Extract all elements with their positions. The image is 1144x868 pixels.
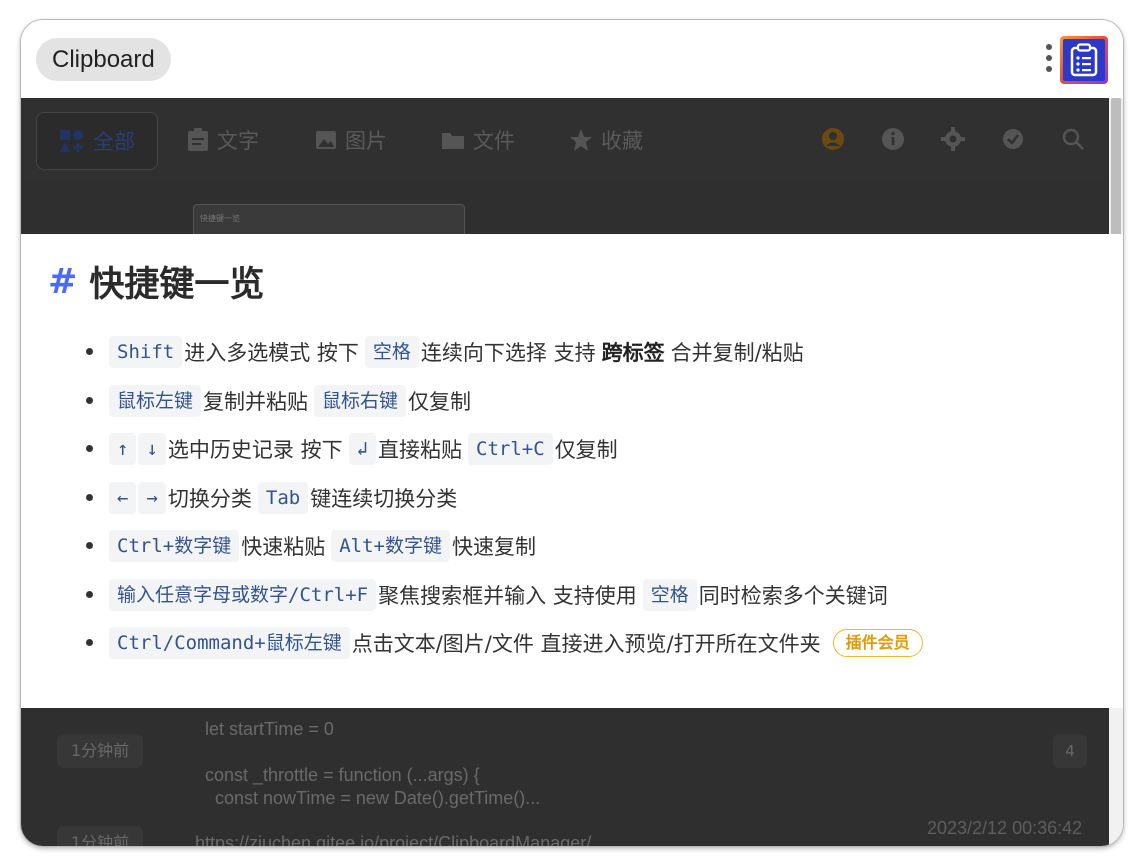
key-chip: 鼠标右键 bbox=[314, 384, 407, 417]
clipboard-list-icon[interactable] bbox=[1060, 36, 1108, 84]
search-icon[interactable] bbox=[1061, 127, 1085, 151]
shortcut-description: 直接粘贴 bbox=[378, 438, 463, 463]
folder-icon bbox=[442, 133, 464, 149]
key-chip: 鼠标左键 bbox=[109, 384, 202, 417]
history-item-text[interactable]: const _throttle = function (...args) { bbox=[205, 764, 480, 787]
history-item-text[interactable]: const nowTime = new Date().getTime()... bbox=[205, 787, 540, 810]
bullet-icon bbox=[86, 445, 93, 452]
bullet-icon bbox=[86, 542, 93, 549]
key-chip: ↲ bbox=[348, 433, 377, 466]
bullet-icon bbox=[86, 348, 93, 355]
key-chip: ↓ bbox=[138, 433, 166, 466]
key-chip: ← bbox=[109, 481, 137, 514]
heading-hash: # bbox=[48, 261, 78, 302]
tab-favorites-label: 收藏 bbox=[601, 129, 643, 153]
shortcut-description: 快速复制 bbox=[451, 535, 536, 560]
history-timestamp: 2023/2/12 00:36:42 bbox=[927, 818, 1083, 838]
tab-text[interactable]: 文字 bbox=[187, 112, 259, 168]
shortcut-description: 聚焦搜索框并输入 支持使用 bbox=[378, 583, 637, 608]
history-item-index: 4 bbox=[1053, 734, 1087, 768]
bullet-icon bbox=[86, 590, 93, 598]
key-chip: 空格 bbox=[642, 578, 697, 611]
tab-images[interactable]: 图片 bbox=[315, 112, 387, 168]
more-options-icon[interactable] bbox=[1043, 44, 1055, 78]
key-chip: → bbox=[138, 481, 166, 514]
tab-text-label: 文字 bbox=[217, 129, 259, 153]
star-icon bbox=[570, 129, 592, 151]
preview-card: 快捷键一览 bbox=[193, 204, 465, 235]
user-icon[interactable] bbox=[821, 127, 845, 151]
shortcut-description: 复制并粘贴 bbox=[203, 389, 309, 414]
key-chip: Tab bbox=[257, 481, 309, 514]
shortcut-description: 键连续切换分类 bbox=[310, 486, 458, 511]
key-chip: Ctrl+数字键 bbox=[109, 530, 240, 563]
shortcut-description: 进入多选模式 按下 bbox=[184, 341, 359, 366]
history-time-badge: 1分钟前 bbox=[57, 826, 144, 846]
shortcut-description: 快速粘贴 bbox=[241, 535, 326, 560]
tab-favorites[interactable]: 收藏 bbox=[569, 112, 643, 168]
shortcut-description: 仅复制 bbox=[554, 438, 618, 463]
emphasis-text: 跨标签 bbox=[601, 341, 665, 366]
bullet-icon bbox=[86, 639, 93, 646]
category-nav: 全部 文字 图片 文件 收藏 bbox=[21, 98, 1109, 180]
tab-all-label: 全部 bbox=[93, 130, 135, 154]
shortcut-description: 连续向下选择 支持 bbox=[420, 341, 596, 366]
shortcut-description: 点击文本/图片/文件 直接进入预览/打开所在文件夹 bbox=[351, 632, 821, 657]
key-chip: 输入任意字母或数字/Ctrl+F bbox=[109, 578, 377, 611]
key-chip: Alt+数字键 bbox=[331, 530, 450, 563]
shortcut-heading: # 快捷键一览 bbox=[48, 256, 264, 307]
gear-icon[interactable] bbox=[941, 127, 965, 151]
title-bar: Clipboard bbox=[21, 20, 1123, 98]
tab-images-label: 图片 bbox=[345, 129, 387, 153]
key-chip: Shift bbox=[109, 336, 183, 369]
shortcut-description: 合并复制/粘贴 bbox=[670, 341, 804, 366]
grid-shapes-icon bbox=[60, 130, 83, 153]
shortcut-help-panel: # 快捷键一览 Shift 进入多选模式 按下 空格 连续向下选择 支持 跨标签 合并复制… bbox=[21, 234, 1123, 708]
history-item-text[interactable]: let startTime = 0 bbox=[205, 718, 334, 741]
key-chip: 空格 bbox=[364, 336, 419, 369]
history-item-text[interactable]: https://ziuchen.gitee.io/project/Clipboa… bbox=[195, 832, 591, 846]
history-time-badge: 1分钟前 bbox=[57, 734, 144, 768]
shortcut-description: 选中历史记录 按下 bbox=[167, 438, 343, 463]
window-title: Clipboard bbox=[36, 38, 171, 81]
key-chip: Ctrl/Command+鼠标左键 bbox=[109, 627, 350, 660]
shortcut-description: 仅复制 bbox=[408, 389, 472, 414]
key-chip: ↑ bbox=[109, 433, 137, 466]
preview-card-text: 快捷键一览 bbox=[200, 214, 240, 223]
check-badge-icon[interactable] bbox=[1001, 127, 1025, 151]
bullet-icon bbox=[86, 396, 93, 404]
app-window: Clipboard 全部 文字 图片 文件 收藏 快捷键一览 1分钟前 let … bbox=[21, 20, 1123, 846]
tab-all[interactable]: 全部 bbox=[36, 112, 158, 170]
plugin-member-badge: 插件会员 bbox=[832, 629, 923, 658]
key-chip: Ctrl+C bbox=[468, 433, 553, 466]
image-icon bbox=[316, 131, 336, 149]
shortcut-description: 同时检索多个关键词 bbox=[698, 583, 888, 608]
info-icon[interactable] bbox=[881, 127, 905, 151]
tab-files-label: 文件 bbox=[473, 129, 515, 153]
tab-files[interactable]: 文件 bbox=[441, 112, 515, 168]
shortcut-description: 切换分类 bbox=[167, 486, 252, 511]
bullet-icon bbox=[86, 493, 93, 501]
heading-title: 快捷键一览 bbox=[89, 265, 265, 305]
text-doc-icon bbox=[188, 128, 208, 151]
